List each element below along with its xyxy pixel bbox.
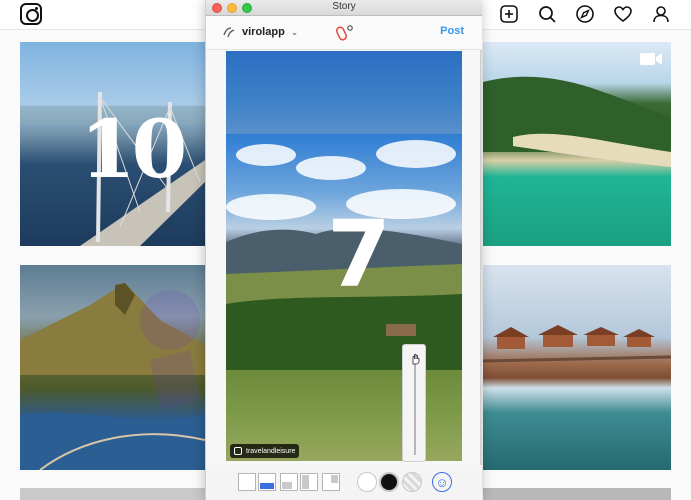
- video-icon: [639, 51, 663, 67]
- color-transparent-button[interactable]: [402, 472, 422, 492]
- credit-tag[interactable]: travelandleisure: [230, 444, 300, 458]
- layout-split-button[interactable]: [300, 473, 318, 491]
- explore-compass-icon[interactable]: [575, 4, 595, 24]
- nav-icons: [499, 4, 671, 24]
- search-icon[interactable]: [537, 4, 557, 24]
- account-name: virolapp: [242, 26, 285, 38]
- story-blur-top: [226, 51, 462, 134]
- feed-tile-huts[interactable]: [483, 265, 671, 470]
- color-white-button[interactable]: [357, 472, 377, 492]
- tile-number: 10: [80, 102, 187, 196]
- story-header: virolapp ⌄ Post: [206, 16, 482, 50]
- color-black-button[interactable]: [379, 472, 399, 492]
- size-slider[interactable]: [402, 344, 426, 462]
- layout-corner-button[interactable]: [280, 473, 298, 491]
- feed-tile-partial-left[interactable]: [20, 488, 205, 500]
- huts-illustration: [483, 325, 671, 363]
- story-canvas[interactable]: 7 travelandleisure: [226, 51, 462, 461]
- story-number: 7: [327, 201, 392, 308]
- instagram-small-icon: [234, 447, 242, 455]
- chevron-down-icon: ⌄: [290, 26, 299, 37]
- feed-tile-beach[interactable]: [483, 42, 671, 246]
- credit-text: travelandleisure: [246, 447, 296, 455]
- story-window: Story virolapp ⌄ Post 7 travelandleisure…: [205, 0, 482, 500]
- slider-track: [414, 355, 416, 455]
- feed-tile-partial-right[interactable]: [483, 488, 671, 500]
- instagram-logo-icon[interactable]: [20, 3, 42, 25]
- new-post-icon[interactable]: [499, 4, 519, 24]
- window-titlebar: Story: [206, 0, 482, 16]
- layout-bottom-button[interactable]: [258, 473, 276, 491]
- profile-icon[interactable]: [651, 4, 671, 24]
- layout-full-button[interactable]: [238, 473, 256, 491]
- clip-icon[interactable]: [334, 24, 354, 42]
- account-switcher[interactable]: virolapp ⌄: [222, 25, 298, 39]
- emoji-icon[interactable]: ☺: [432, 472, 452, 492]
- account-app-icon: [223, 27, 235, 38]
- mountain-illustration: [20, 283, 205, 470]
- hand-cursor-icon[interactable]: [409, 353, 421, 365]
- story-toolbar: ☺: [206, 465, 482, 500]
- beach-illustration: [483, 76, 671, 167]
- instagram-desktop-app: { "story_window": { "title": "Story", "a…: [0, 0, 691, 500]
- heart-icon[interactable]: [613, 4, 633, 24]
- window-title: Story: [332, 1, 356, 12]
- layout-top-right-button[interactable]: [322, 473, 340, 491]
- feed-tile-bridge[interactable]: 10: [20, 42, 205, 246]
- post-button[interactable]: Post: [440, 25, 464, 37]
- feed-tile-mountain[interactable]: [20, 265, 205, 470]
